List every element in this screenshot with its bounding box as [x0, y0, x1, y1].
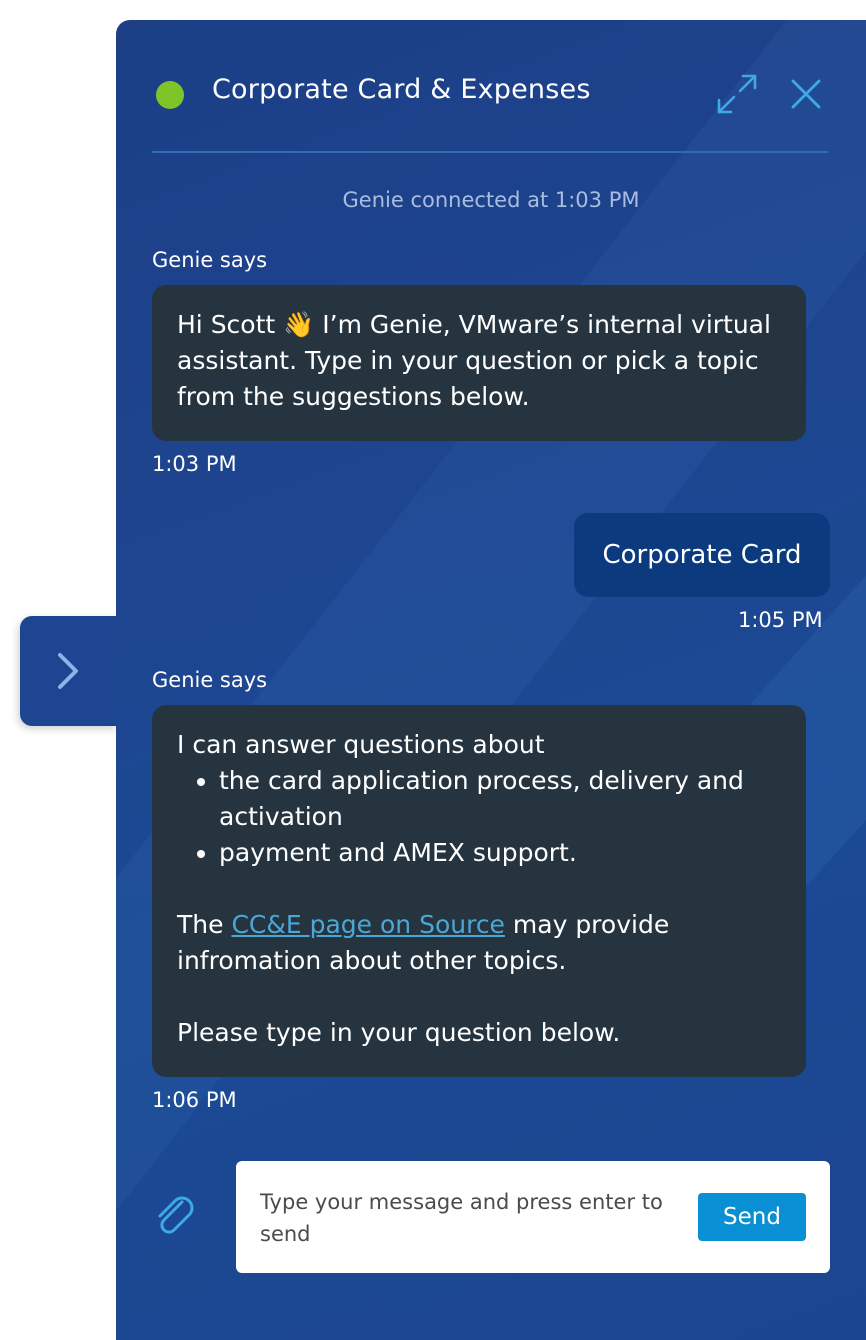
online-status-indicator	[156, 81, 184, 109]
bot-message-bubble: I can answer questions about the card ap…	[152, 705, 806, 1077]
list-item: payment and AMEX support.	[219, 835, 781, 871]
message-text: I can answer questions about	[177, 730, 545, 759]
close-icon	[791, 79, 821, 109]
chevron-right-icon	[58, 653, 78, 689]
message-text: Please type in your question below.	[177, 1018, 621, 1047]
message-sender: Genie says	[152, 248, 268, 272]
message-timestamp: 1:05 PM	[738, 608, 823, 632]
expand-button[interactable]	[716, 73, 758, 115]
chat-title: Corporate Card & Expenses	[212, 74, 591, 105]
message-input-placeholder[interactable]: Type your message and press enter to sen…	[260, 1186, 700, 1250]
message-text: Hi Scott 👋 I’m Genie, VMware’s internal …	[177, 310, 771, 411]
bot-message-bubble: Hi Scott 👋 I’m Genie, VMware’s internal …	[152, 285, 806, 441]
topic-list: the card application process, delivery a…	[177, 763, 781, 871]
attach-button[interactable]	[152, 1192, 200, 1240]
message-text: Corporate Card	[602, 540, 802, 570]
message-input[interactable]: Type your message and press enter to sen…	[236, 1161, 830, 1273]
expand-arrows-icon	[717, 74, 757, 114]
header-divider	[152, 151, 828, 153]
waving-hand-emoji: 👋	[283, 310, 315, 339]
side-panel-toggle[interactable]	[20, 616, 118, 726]
send-button[interactable]: Send	[698, 1193, 806, 1241]
user-message-bubble: Corporate Card	[574, 513, 830, 597]
close-button[interactable]	[789, 77, 823, 111]
chat-panel: Corporate Card & Expenses Genie connecte…	[116, 20, 866, 1340]
message-sender: Genie says	[152, 668, 268, 692]
source-page-link[interactable]: CC&E page on Source	[231, 910, 505, 939]
message-timestamp: 1:06 PM	[152, 1088, 237, 1112]
connection-status: Genie connected at 1:03 PM	[342, 188, 640, 212]
paperclip-icon	[158, 1196, 194, 1234]
list-item: the card application process, delivery a…	[219, 763, 781, 835]
message-text: The CC&E page on Source may provide infr…	[177, 910, 670, 975]
message-timestamp: 1:03 PM	[152, 452, 237, 476]
